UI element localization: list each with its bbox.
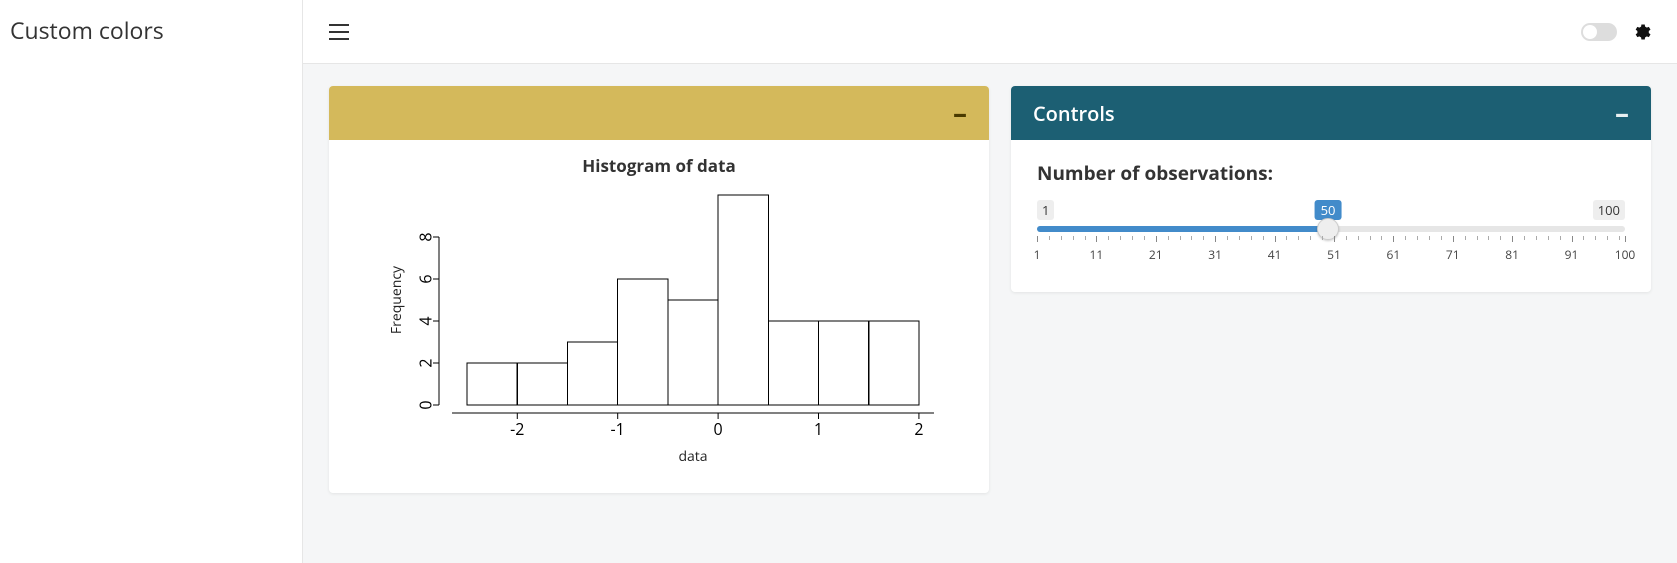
histogram-bar: [869, 321, 919, 405]
plot-box-header: –: [329, 86, 989, 140]
plot-area: Histogram of data -2 -1 0 1 2 data 0 2 4 6 8 Freque…: [329, 140, 989, 493]
slider-max-label: 100: [1593, 200, 1625, 220]
slider-tick-label: 61: [1386, 246, 1400, 263]
histogram-bar: [718, 195, 768, 405]
slider-ticks: 1112131415161718191100: [1037, 236, 1625, 264]
controls-box-collapse-button[interactable]: –: [1615, 99, 1629, 127]
histogram-bar: [819, 321, 869, 405]
y-tick-label: 4: [414, 316, 436, 325]
slider-label: Number of observations:: [1037, 160, 1625, 186]
x-tick-label: 2: [914, 418, 923, 440]
x-tick-label: -1: [611, 418, 625, 440]
y-tick-label: 0: [414, 400, 436, 409]
y-tick-label: 6: [414, 274, 436, 283]
sidebar: Custom colors: [0, 0, 303, 563]
plot-box-collapse-button[interactable]: –: [953, 99, 967, 127]
x-tick-label: -2: [510, 418, 524, 440]
slider-tick-label: 21: [1149, 246, 1163, 263]
slider-tick-label: 11: [1090, 246, 1104, 263]
slider-fill: [1037, 226, 1328, 232]
histogram-bar: [567, 342, 617, 405]
sidebar-title: Custom colors: [10, 14, 292, 46]
histogram-bar: [517, 363, 567, 405]
slider-value-bubble: 50: [1315, 200, 1342, 220]
y-tick-label: 2: [414, 358, 436, 367]
menu-icon[interactable]: [329, 24, 349, 40]
controls-box-header: Controls –: [1011, 86, 1651, 140]
histogram-bar: [618, 279, 668, 405]
x-axis-label: data: [678, 447, 707, 466]
slider-tick-label: 31: [1208, 246, 1222, 263]
slider-tick-label: 41: [1268, 246, 1282, 263]
main-area: – Histogram of data -2 -1 0 1 2 data 0 2 4 6 8 Freq…: [303, 0, 1677, 563]
controls-box: Controls – Number of observations: 1 50 …: [1011, 86, 1651, 292]
gear-icon[interactable]: [1631, 22, 1651, 42]
controls-box-body: Number of observations: 1 50 100 1112131…: [1011, 140, 1651, 292]
plot-box: – Histogram of data -2 -1 0 1 2 data 0 2 4 6 8 Freq…: [329, 86, 989, 493]
slider-tick-label: 51: [1327, 246, 1341, 263]
histogram-bar: [668, 300, 718, 405]
histogram-bar: [467, 363, 517, 405]
x-tick-label: 1: [814, 418, 823, 440]
y-tick-label: 8: [414, 232, 436, 241]
dark-mode-toggle[interactable]: [1581, 23, 1617, 41]
slider-tick-label: 81: [1505, 246, 1519, 263]
slider-min-label: 1: [1037, 200, 1054, 220]
controls-box-title: Controls: [1033, 100, 1115, 127]
slider-tick-label: 1: [1034, 246, 1041, 263]
slider-tick-label: 100: [1615, 246, 1636, 263]
body-area: – Histogram of data -2 -1 0 1 2 data 0 2 4 6 8 Freq…: [303, 64, 1677, 563]
topbar: [303, 0, 1677, 64]
observations-slider[interactable]: 1 50 100 1112131415161718191100: [1037, 200, 1625, 262]
x-tick-label: 0: [714, 418, 723, 440]
histogram-chart: -2 -1 0 1 2 data 0 2 4 6 8 Frequency: [359, 185, 959, 475]
slider-tick-label: 71: [1446, 246, 1460, 263]
histogram-bar: [768, 321, 818, 405]
y-axis-label: Frequency: [387, 265, 406, 334]
slider-tick-label: 91: [1565, 246, 1579, 263]
chart-title: Histogram of data: [339, 154, 979, 177]
